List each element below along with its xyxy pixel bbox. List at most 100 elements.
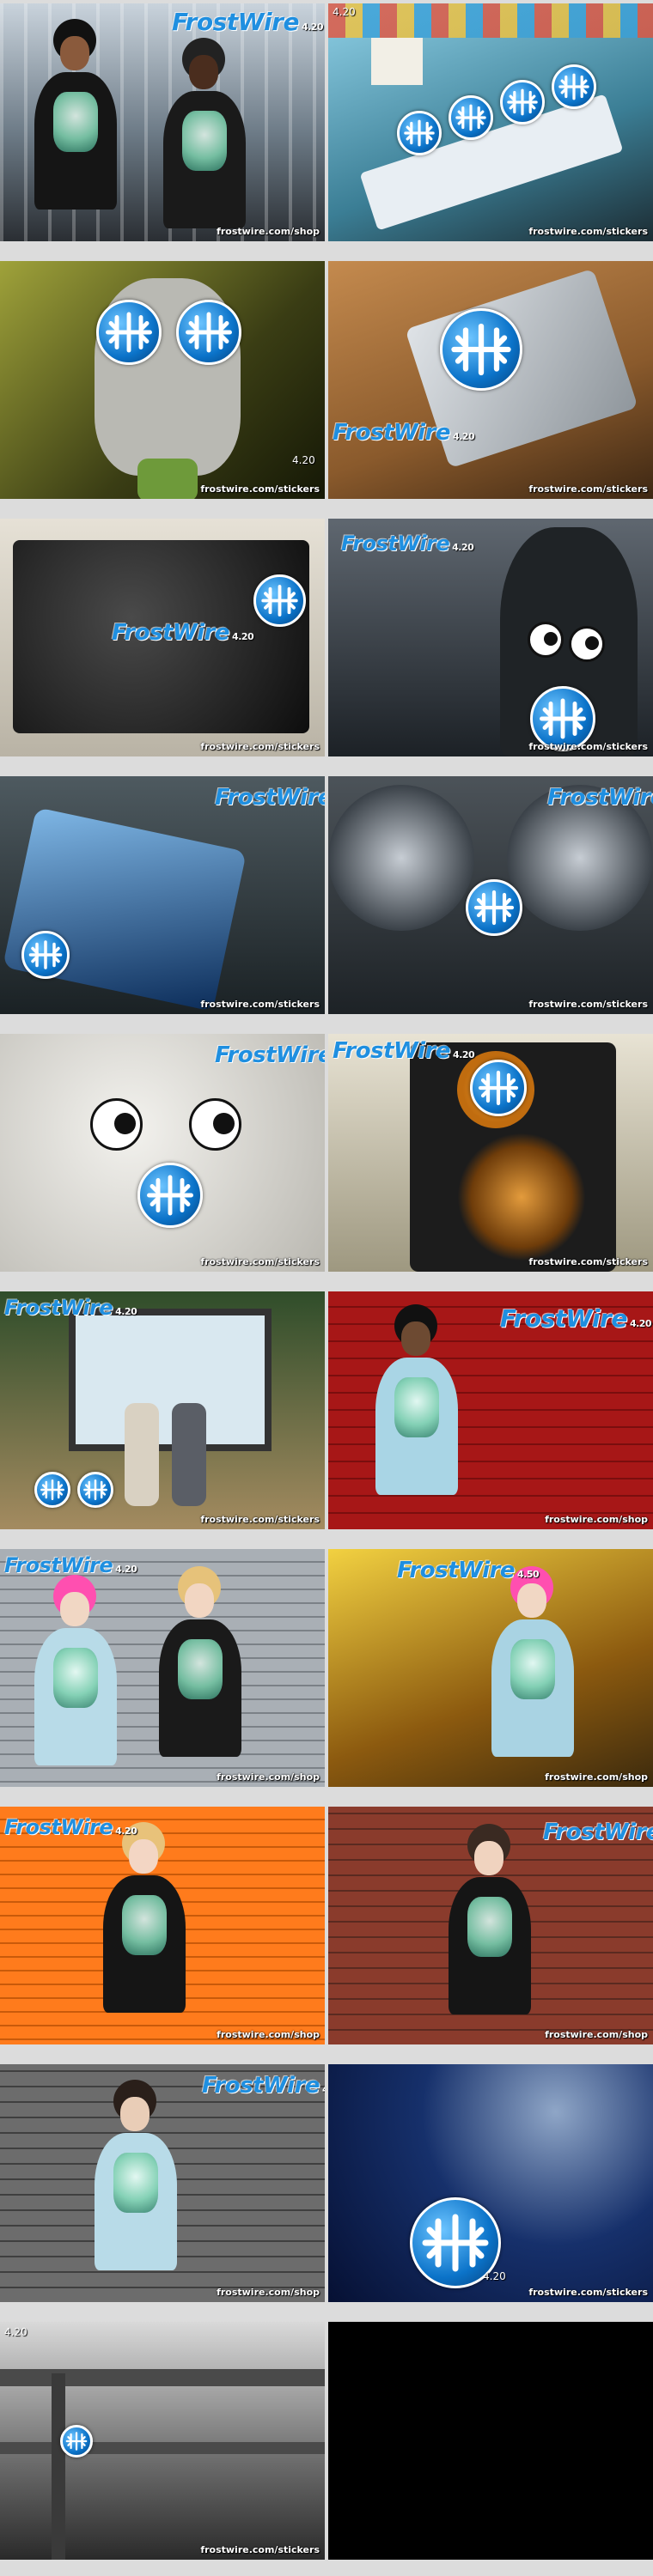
frostwire-logo-sticker	[137, 1163, 203, 1228]
url-watermark: frostwire.com/stickers	[528, 483, 648, 495]
tshirt-graphic	[394, 1377, 439, 1437]
frostwire-wordmark: FrostWire4.20	[341, 532, 474, 556]
face	[60, 1592, 89, 1626]
photo-tile-1: FrostWire 4.20 frostwire.com/shop	[0, 3, 325, 241]
photo-tile-8: FrostWire4.20 frostwire.com/stickers	[328, 776, 653, 1014]
frostwire-logo-sticker	[77, 1472, 113, 1508]
tshirt-graphic	[53, 1648, 98, 1708]
wall-picture	[371, 38, 423, 85]
googly-eye	[528, 622, 564, 658]
url-watermark: frostwire.com/stickers	[200, 741, 320, 752]
brand-name: FrostWire	[215, 785, 325, 811]
url-watermark: frostwire.com/stickers	[528, 741, 648, 752]
railing-bar-lower	[0, 2442, 325, 2454]
game-console	[2, 807, 247, 1012]
url-watermark: frostwire.com/shop	[217, 2287, 320, 2298]
url-watermark: frostwire.com/stickers	[528, 999, 648, 1010]
face	[129, 1839, 158, 1874]
photo-tile-9: FrostWire4.50 frostwire.com/stickers	[0, 1034, 325, 1272]
frostwire-logo-sticker	[466, 879, 522, 936]
frostwire-logo-sticker	[440, 308, 522, 391]
brand-name: FrostWire	[202, 2073, 320, 2099]
frostwire-wordmark: FrostWire4.20	[215, 785, 325, 811]
url-watermark: frostwire.com/shop	[545, 1514, 648, 1525]
speaker-woofer	[457, 1133, 586, 1261]
tshirt-graphic	[122, 1895, 167, 1955]
face	[517, 1583, 546, 1618]
robot-figurine-right	[172, 1403, 206, 1506]
version-label: 4.20	[483, 2270, 506, 2282]
brand-name: FrostWire	[333, 420, 451, 446]
photo-tile-15: FrostWire 4.20 frostwire.com/shop	[0, 1807, 325, 2044]
robot-figurine-left	[125, 1403, 159, 1506]
version-label: 4.20	[115, 1826, 137, 1837]
face	[401, 1321, 430, 1356]
frostwire-wordmark: FrostWire4.20	[4, 1553, 137, 1577]
railing-post	[52, 2373, 65, 2560]
version-label: 4.20	[292, 454, 315, 466]
face	[60, 36, 89, 70]
version-label: 4.20	[322, 2084, 325, 2095]
brand-name: FrostWire	[543, 1820, 653, 1845]
frostwire-logo-sticker	[500, 80, 545, 125]
version-label: 4.20	[115, 1564, 137, 1575]
frostwire-wordmark: FrostWire4.20	[112, 620, 254, 646]
photo-tile-19: 4.20 frostwire.com/stickers	[0, 2322, 325, 2560]
brand-name: FrostWire	[4, 1815, 113, 1839]
brand-name: FrostWire	[547, 785, 653, 811]
frostwire-wordmark: FrostWire4.20	[202, 2073, 325, 2099]
url-watermark: frostwire.com/stickers	[528, 2287, 648, 2298]
frostwire-logo-sticker	[552, 64, 596, 109]
photo-tile-16: FrostWire4.20 frostwire.com/shop	[328, 1807, 653, 2044]
googly-eye	[90, 1098, 143, 1151]
frostwire-wordmark: FrostWire4.20	[333, 420, 475, 446]
version-label: 4.20	[4, 2326, 27, 2338]
photo-tile-14: FrostWire 4.50 frostwire.com/shop	[328, 1549, 653, 1787]
frostwire-logo-sticker	[96, 300, 162, 365]
version-label: 4.20	[333, 6, 356, 18]
tshirt-graphic	[467, 1897, 512, 1957]
bunting-decoration	[328, 3, 653, 38]
photo-tile-4: FrostWire 4.20 frostwire.com/stickers	[328, 261, 653, 499]
frostwire-logo-sticker	[470, 1060, 527, 1116]
face	[474, 1841, 503, 1875]
version-label: 4.20	[453, 1049, 475, 1060]
frostwire-wordmark: FrostWire4.20	[547, 785, 653, 811]
version-label: 4.50	[517, 1569, 540, 1580]
tshirt-graphic	[182, 111, 227, 171]
railing-bar	[0, 2369, 325, 2386]
brand-name: FrostWire	[397, 1558, 516, 1583]
photo-collage: FrostWire 4.20 frostwire.com/shop 4.20 frost…	[0, 0, 653, 2576]
face	[185, 1583, 214, 1618]
tshirt-graphic	[510, 1639, 555, 1699]
photo-tile-18: 4.20 frostwire.com/stickers	[328, 2064, 653, 2302]
url-watermark: frostwire.com/shop	[545, 2029, 648, 2040]
url-watermark: frostwire.com/shop	[217, 1771, 320, 1783]
url-watermark: frostwire.com/stickers	[200, 483, 320, 495]
frostwire-wordmark: FrostWire4.20	[333, 1038, 475, 1064]
face	[189, 55, 218, 89]
frostwire-wordmark: FrostWire4.50	[397, 1558, 540, 1583]
url-watermark: frostwire.com/stickers	[200, 2544, 320, 2555]
url-watermark: frostwire.com/stickers	[200, 1514, 320, 1525]
frostwire-wordmark: FrostWire4.20	[172, 8, 324, 36]
photo-tile-3: 4.20 frostwire.com/stickers	[0, 261, 325, 499]
url-watermark: frostwire.com/shop	[545, 1771, 648, 1783]
photo-tile-11: FrostWire 4.20 frostwire.com/stickers	[0, 1291, 325, 1529]
version-label: 4.20	[301, 21, 324, 33]
photo-tile-20	[328, 2322, 653, 2560]
frostwire-logo-sticker	[449, 95, 493, 140]
photo-tile-12: FrostWire 4.20 frostwire.com/shop	[328, 1291, 653, 1529]
face	[120, 2097, 150, 2131]
photo-tile-5: FrostWire 4.20 frostwire.com/stickers	[0, 519, 325, 756]
photo-tile-13: FrostWire 4.20 frostwire.com/shop	[0, 1549, 325, 1787]
brand-name: FrostWire	[4, 1296, 113, 1320]
frostwire-wordmark: FrostWire4.20	[4, 1815, 137, 1839]
frostwire-logo-sticker	[21, 931, 70, 979]
brand-name: FrostWire	[4, 1553, 113, 1577]
url-watermark: frostwire.com/stickers	[528, 1256, 648, 1267]
tshirt-graphic	[113, 2153, 158, 2213]
brand-name: FrostWire	[341, 532, 450, 556]
frostwire-logo-sticker	[176, 300, 241, 365]
url-watermark: frostwire.com/shop	[217, 226, 320, 237]
